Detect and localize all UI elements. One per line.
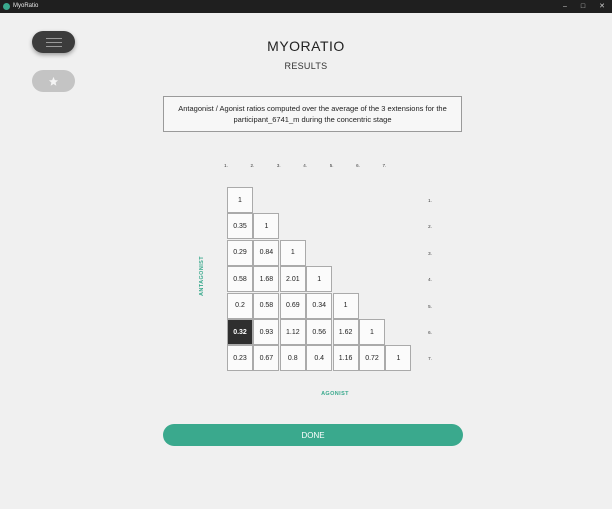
agonist-axis-label: AGONIST xyxy=(321,391,349,397)
column-index-7: 7. xyxy=(382,163,387,168)
ratio-cell-6-6[interactable]: 1 xyxy=(359,319,385,345)
title-bar: MyoRatio – □ ✕ xyxy=(0,0,612,13)
ratio-cell-2-2[interactable]: 1 xyxy=(253,213,280,240)
ratio-cell-5-1[interactable]: 0.2 xyxy=(227,292,253,319)
ratio-cell-7-3[interactable]: 0.8 xyxy=(279,345,306,372)
ratio-cell-4-1[interactable]: 0.58 xyxy=(227,266,253,293)
ratio-cell-4-4[interactable]: 1 xyxy=(306,266,333,293)
column-index-5: 5. xyxy=(329,163,334,168)
ratio-cell-6-5[interactable]: 1.62 xyxy=(332,319,359,345)
ratio-cell-3-1[interactable]: 0.29 xyxy=(227,239,253,266)
ratio-description-box: Antagonist / Agonist ratios computed ove… xyxy=(163,96,462,132)
ratio-cell-3-2[interactable]: 0.84 xyxy=(253,239,280,266)
ratio-cell-2-1[interactable]: 0.35 xyxy=(227,213,253,240)
ratio-cell-4-3[interactable]: 2.01 xyxy=(279,266,306,293)
row-index-2: 2. xyxy=(428,224,432,230)
ratio-cell-7-1[interactable]: 0.23 xyxy=(227,345,253,372)
column-index-2: 2. xyxy=(250,163,255,168)
minimize-button[interactable]: – xyxy=(556,0,574,13)
ratio-cell-5-2[interactable]: 0.58 xyxy=(253,292,280,319)
ratio-cell-6-3[interactable]: 1.12 xyxy=(279,319,306,345)
row-index-5: 5. xyxy=(428,303,432,309)
page-subtitle: RESULTS xyxy=(284,61,328,71)
star-icon xyxy=(48,76,59,86)
row-index-3: 3. xyxy=(428,250,432,256)
ratio-cell-7-7[interactable]: 1 xyxy=(385,345,412,372)
column-index-1: 1. xyxy=(224,163,228,168)
ratio-cell-5-4[interactable]: 0.34 xyxy=(306,292,333,319)
done-button[interactable]: DONE xyxy=(163,424,463,446)
ratio-cell-5-5[interactable]: 1 xyxy=(332,292,359,319)
ratio-cell-3-3[interactable]: 1 xyxy=(279,239,306,266)
app-heading: MYORATIO xyxy=(267,38,345,54)
close-button[interactable]: ✕ xyxy=(593,0,611,13)
ratio-cell-6-2[interactable]: 0.93 xyxy=(253,319,280,345)
ratio-cell-6-1[interactable]: 0.32 xyxy=(227,319,253,345)
row-index-7: 7. xyxy=(428,356,432,362)
ratio-description: Antagonist / Agonist ratios computed ove… xyxy=(178,104,447,124)
favorites-button[interactable] xyxy=(32,70,75,92)
column-index-3: 3. xyxy=(276,163,281,168)
ratio-cell-4-2[interactable]: 1.68 xyxy=(253,266,280,293)
ratio-cell-7-5[interactable]: 1.16 xyxy=(332,345,359,372)
ratio-cell-7-6[interactable]: 0.72 xyxy=(359,345,385,372)
maximize-button[interactable]: □ xyxy=(574,0,592,13)
window-title: MyoRatio xyxy=(13,3,39,9)
column-index-4: 4. xyxy=(303,163,308,168)
ratio-cell-7-2[interactable]: 0.67 xyxy=(253,345,280,372)
ratio-cell-5-3[interactable]: 0.69 xyxy=(279,292,306,319)
ratio-cell-6-4[interactable]: 0.56 xyxy=(306,319,333,345)
app-logo-icon xyxy=(3,3,10,10)
row-index-4: 4. xyxy=(428,277,432,283)
row-index-1: 1. xyxy=(428,198,432,203)
column-index-6: 6. xyxy=(356,163,360,168)
antagonist-axis-label: ANTAGONIST xyxy=(199,256,205,296)
ratio-cell-1-1[interactable]: 1 xyxy=(227,187,253,213)
ratio-cell-7-4[interactable]: 0.4 xyxy=(306,345,333,372)
row-index-6: 6. xyxy=(428,330,432,335)
